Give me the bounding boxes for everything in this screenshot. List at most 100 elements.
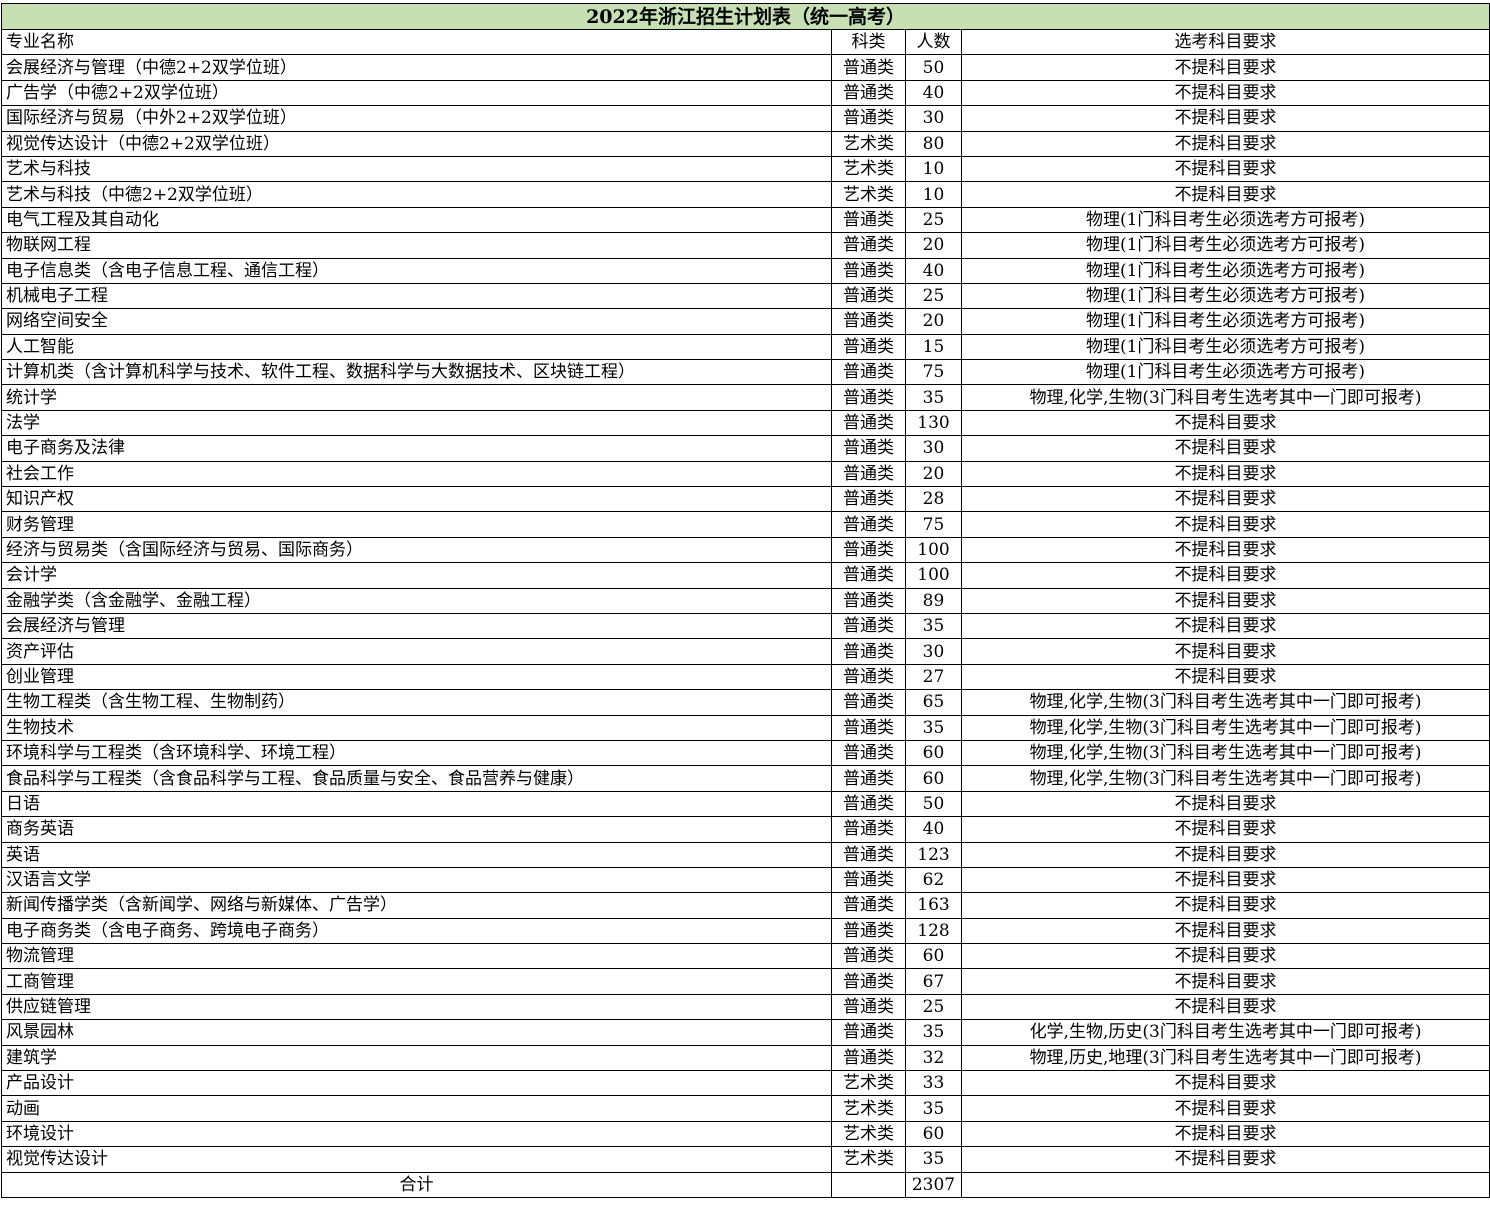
enrollment-count-cell[interactable]: 40 bbox=[905, 816, 962, 843]
subject-requirement-cell[interactable]: 不提科目要求 bbox=[960, 460, 1490, 488]
major-name-cell[interactable]: 资产评估 bbox=[1, 638, 832, 665]
enrollment-count-cell[interactable]: 128 bbox=[905, 917, 962, 945]
header-name[interactable]: 专业名称 bbox=[1, 28, 832, 56]
header-type[interactable]: 科类 bbox=[831, 28, 906, 56]
subject-requirement-cell[interactable]: 物理,化学,生物(3门科目考生选考其中一门即可报考) bbox=[960, 689, 1490, 716]
enrollment-count-cell[interactable]: 89 bbox=[905, 587, 962, 614]
major-name-cell[interactable]: 电气工程及其自动化 bbox=[1, 206, 832, 234]
category-cell[interactable]: 普通类 bbox=[831, 536, 906, 564]
category-cell[interactable]: 普通类 bbox=[831, 384, 906, 411]
category-cell[interactable]: 艺术类 bbox=[831, 1095, 906, 1122]
major-name-cell[interactable]: 人工智能 bbox=[1, 333, 832, 361]
total-count[interactable]: 2307 bbox=[905, 1171, 962, 1198]
enrollment-count-cell[interactable]: 40 bbox=[905, 257, 962, 284]
category-cell[interactable]: 普通类 bbox=[831, 612, 906, 640]
enrollment-count-cell[interactable]: 35 bbox=[905, 1146, 962, 1173]
enrollment-count-cell[interactable]: 40 bbox=[905, 79, 962, 107]
major-name-cell[interactable]: 商务英语 bbox=[1, 816, 832, 843]
subject-requirement-cell[interactable]: 不提科目要求 bbox=[960, 816, 1490, 843]
category-cell[interactable]: 普通类 bbox=[831, 968, 906, 995]
subject-requirement-cell[interactable]: 不提科目要求 bbox=[960, 79, 1490, 107]
subject-requirement-cell[interactable]: 不提科目要求 bbox=[960, 130, 1490, 157]
category-cell[interactable]: 普通类 bbox=[831, 105, 906, 132]
major-name-cell[interactable]: 物联网工程 bbox=[1, 232, 832, 259]
subject-requirement-cell[interactable]: 不提科目要求 bbox=[960, 892, 1490, 919]
enrollment-count-cell[interactable]: 10 bbox=[905, 155, 962, 183]
header-count[interactable]: 人数 bbox=[905, 28, 962, 56]
major-name-cell[interactable]: 英语 bbox=[1, 841, 832, 868]
enrollment-count-cell[interactable]: 25 bbox=[905, 993, 962, 1021]
category-cell[interactable]: 普通类 bbox=[831, 308, 906, 335]
major-name-cell[interactable]: 风景园林 bbox=[1, 1019, 832, 1046]
enrollment-count-cell[interactable]: 30 bbox=[905, 435, 962, 462]
major-name-cell[interactable]: 会计学 bbox=[1, 562, 832, 589]
major-name-cell[interactable]: 电子商务及法律 bbox=[1, 435, 832, 462]
enrollment-count-cell[interactable]: 35 bbox=[905, 1095, 962, 1122]
major-name-cell[interactable]: 艺术与科技（中德2+2双学位班） bbox=[1, 181, 832, 208]
category-cell[interactable]: 普通类 bbox=[831, 739, 906, 767]
enrollment-count-cell[interactable]: 35 bbox=[905, 612, 962, 640]
enrollment-count-cell[interactable]: 27 bbox=[905, 663, 962, 691]
enrollment-count-cell[interactable]: 100 bbox=[905, 536, 962, 564]
subject-requirement-cell[interactable]: 不提科目要求 bbox=[960, 1095, 1490, 1122]
subject-requirement-cell[interactable]: 不提科目要求 bbox=[960, 1070, 1490, 1097]
total-label[interactable]: 合计 bbox=[1, 1171, 832, 1198]
subject-requirement-cell[interactable]: 物理,化学,生物(3门科目考生选考其中一门即可报考) bbox=[960, 739, 1490, 767]
subject-requirement-cell[interactable]: 不提科目要求 bbox=[960, 612, 1490, 640]
enrollment-count-cell[interactable]: 20 bbox=[905, 460, 962, 488]
category-cell[interactable]: 普通类 bbox=[831, 562, 906, 589]
subject-requirement-cell[interactable]: 物理(1门科目考生必须选考方可报考) bbox=[960, 232, 1490, 259]
subject-requirement-cell[interactable]: 不提科目要求 bbox=[960, 1146, 1490, 1173]
enrollment-count-cell[interactable]: 35 bbox=[905, 1019, 962, 1046]
major-name-cell[interactable]: 汉语言文学 bbox=[1, 866, 832, 894]
subject-requirement-cell[interactable]: 物理(1门科目考生必须选考方可报考) bbox=[960, 333, 1490, 361]
category-cell[interactable]: 普通类 bbox=[831, 511, 906, 538]
enrollment-count-cell[interactable]: 62 bbox=[905, 866, 962, 894]
subject-requirement-cell[interactable]: 不提科目要求 bbox=[960, 486, 1490, 513]
major-name-cell[interactable]: 生物技术 bbox=[1, 714, 832, 741]
major-name-cell[interactable]: 金融学类（含金融学、金融工程） bbox=[1, 587, 832, 614]
enrollment-count-cell[interactable]: 130 bbox=[905, 409, 962, 437]
enrollment-count-cell[interactable]: 15 bbox=[905, 333, 962, 361]
major-name-cell[interactable]: 艺术与科技 bbox=[1, 155, 832, 183]
category-cell[interactable]: 普通类 bbox=[831, 816, 906, 843]
major-name-cell[interactable]: 新闻传播学类（含新闻学、网络与新媒体、广告学） bbox=[1, 892, 832, 919]
enrollment-count-cell[interactable]: 60 bbox=[905, 739, 962, 767]
subject-requirement-cell[interactable]: 不提科目要求 bbox=[960, 587, 1490, 614]
category-cell[interactable]: 艺术类 bbox=[831, 130, 906, 157]
enrollment-count-cell[interactable]: 50 bbox=[905, 54, 962, 81]
subject-requirement-cell[interactable]: 不提科目要求 bbox=[960, 105, 1490, 132]
subject-requirement-cell[interactable]: 不提科目要求 bbox=[960, 435, 1490, 462]
major-name-cell[interactable]: 工商管理 bbox=[1, 968, 832, 995]
category-cell[interactable]: 普通类 bbox=[831, 943, 906, 970]
category-cell[interactable]: 普通类 bbox=[831, 917, 906, 945]
category-cell[interactable]: 艺术类 bbox=[831, 155, 906, 183]
category-cell[interactable]: 普通类 bbox=[831, 892, 906, 919]
category-cell[interactable]: 艺术类 bbox=[831, 1146, 906, 1173]
category-cell[interactable]: 普通类 bbox=[831, 409, 906, 437]
subject-requirement-cell[interactable]: 物理,化学,生物(3门科目考生选考其中一门即可报考) bbox=[960, 384, 1490, 411]
major-name-cell[interactable]: 国际经济与贸易（中外2+2双学位班） bbox=[1, 105, 832, 132]
category-cell[interactable]: 普通类 bbox=[831, 486, 906, 513]
header-requirement[interactable]: 选考科目要求 bbox=[960, 28, 1490, 56]
category-cell[interactable]: 普通类 bbox=[831, 663, 906, 691]
enrollment-count-cell[interactable]: 20 bbox=[905, 232, 962, 259]
subject-requirement-cell[interactable]: 不提科目要求 bbox=[960, 993, 1490, 1021]
subject-requirement-cell[interactable]: 物理(1门科目考生必须选考方可报考) bbox=[960, 359, 1490, 386]
category-cell[interactable]: 普通类 bbox=[831, 79, 906, 107]
major-name-cell[interactable]: 电子信息类（含电子信息工程、通信工程） bbox=[1, 257, 832, 284]
total-type-empty[interactable] bbox=[831, 1171, 906, 1198]
major-name-cell[interactable]: 机械电子工程 bbox=[1, 282, 832, 310]
enrollment-count-cell[interactable]: 30 bbox=[905, 638, 962, 665]
subject-requirement-cell[interactable]: 物理(1门科目考生必须选考方可报考) bbox=[960, 282, 1490, 310]
enrollment-count-cell[interactable]: 32 bbox=[905, 1044, 962, 1072]
major-name-cell[interactable]: 电子商务类（含电子商务、跨境电子商务） bbox=[1, 917, 832, 945]
subject-requirement-cell[interactable]: 不提科目要求 bbox=[960, 409, 1490, 437]
enrollment-count-cell[interactable]: 123 bbox=[905, 841, 962, 868]
subject-requirement-cell[interactable]: 不提科目要求 bbox=[960, 562, 1490, 589]
major-name-cell[interactable]: 视觉传达设计 bbox=[1, 1146, 832, 1173]
subject-requirement-cell[interactable]: 不提科目要求 bbox=[960, 790, 1490, 818]
major-name-cell[interactable]: 产品设计 bbox=[1, 1070, 832, 1097]
subject-requirement-cell[interactable]: 不提科目要求 bbox=[960, 181, 1490, 208]
major-name-cell[interactable]: 食品科学与工程类（含食品科学与工程、食品质量与安全、食品营养与健康） bbox=[1, 765, 832, 792]
